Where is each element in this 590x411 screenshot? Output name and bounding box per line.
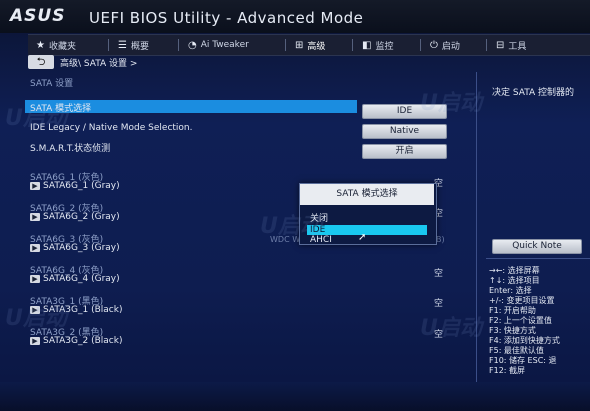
menu-separator — [178, 39, 179, 51]
arrow-right-icon: ▶ — [30, 244, 40, 252]
port-status: 空 — [434, 299, 444, 309]
gauge-icon: ◔ — [188, 39, 197, 51]
port-device-sata6g-1[interactable]: ▶ SATA6G_1 (Gray) — [30, 181, 120, 191]
menu-favorites[interactable]: ★ 收藏夹 — [36, 37, 76, 53]
back-button[interactable]: ⮌ — [28, 55, 54, 69]
port-device-sata6g-3[interactable]: ▶ SATA6G_3 (Gray) — [30, 243, 120, 253]
menu-tool-label: 工具 — [508, 41, 527, 52]
ide-legacy-value-button[interactable]: Native — [362, 124, 447, 139]
device-size-fragment: B) — [436, 235, 445, 244]
port-status: 空 — [434, 269, 444, 279]
menu-separator — [486, 39, 487, 51]
asus-logo: ASUS — [10, 6, 66, 26]
menu-advanced-label: 高级 — [307, 41, 326, 52]
watermark: U启动 — [5, 106, 67, 131]
smart-status-label[interactable]: S.M.A.R.T.状态侦测 — [30, 141, 110, 154]
header-bar: ASUS UEFI BIOS Utility - Advanced Mode — [0, 0, 590, 33]
arrow-right-icon: ▶ — [30, 337, 40, 345]
menu-overview[interactable]: ☰ 概要 — [118, 37, 149, 53]
watermark: U启动 — [260, 214, 322, 239]
menu-tool[interactable]: ⊟ 工具 — [496, 37, 526, 53]
menu-boot-label: 启动 — [441, 41, 460, 52]
port-device-label: SATA6G_4 (Gray) — [43, 274, 120, 284]
main-menu-bar: ★ 收藏夹 ☰ 概要 ◔ Ai Tweaker ⊞ 高级 ◧ 监控 ⏻ 启动 ⊟… — [28, 34, 590, 56]
menu-monitor-label: 监控 — [375, 41, 394, 52]
monitor-icon: ◧ — [362, 39, 372, 51]
menu-ai-tweaker[interactable]: ◔ Ai Tweaker — [188, 37, 249, 53]
menu-boot[interactable]: ⏻ 启动 — [430, 37, 460, 53]
menu-separator — [420, 39, 421, 51]
smart-status-value-button[interactable]: 开启 — [362, 144, 447, 159]
power-icon: ⏻ — [430, 39, 438, 51]
bottom-bar — [0, 382, 590, 411]
arrow-right-icon: ▶ — [30, 182, 40, 190]
port-device-label: SATA6G_1 (Gray) — [43, 181, 120, 191]
port-device-label: SATA6G_2 (Gray) — [43, 212, 120, 222]
port-device-sata6g-4[interactable]: ▶ SATA6G_4 (Gray) — [30, 274, 120, 284]
menu-advanced[interactable]: ⊞ 高级 — [295, 37, 325, 53]
star-icon: ★ — [36, 39, 45, 51]
menu-monitor[interactable]: ◧ 监控 — [362, 37, 393, 53]
breadcrumb: 高级\ SATA 设置 > — [60, 59, 138, 69]
watermark: U启动 — [420, 91, 482, 116]
menu-ai-tweaker-label: Ai Tweaker — [200, 40, 249, 50]
menu-separator — [285, 39, 286, 51]
menu-separator — [352, 39, 353, 51]
watermark: U启动 — [5, 306, 67, 331]
menu-overview-label: 概要 — [130, 41, 149, 52]
port-device-label: SATA3G_2 (Black) — [43, 336, 123, 346]
popup-title: SATA 模式选择 — [300, 184, 434, 205]
quick-note-button[interactable]: Quick Note — [492, 239, 582, 254]
arrow-right-icon: ▶ — [30, 213, 40, 221]
section-title: SATA 设置 — [30, 79, 74, 89]
help-description: 决定 SATA 控制器的 — [492, 88, 575, 98]
key-help-item: F12: 截屏 — [489, 366, 526, 375]
port-device-sata3g-2[interactable]: ▶ SATA3G_2 (Black) — [30, 336, 122, 346]
mouse-cursor-icon: ➚ — [358, 232, 367, 243]
popup-option-ahci[interactable]: AHCI — [307, 235, 429, 245]
help-divider — [486, 258, 590, 259]
menu-separator — [108, 39, 109, 51]
popup-option-disabled[interactable]: 关闭 — [307, 214, 429, 224]
popup-option-ide[interactable]: IDE — [307, 225, 427, 235]
port-device-label: SATA6G_3 (Gray) — [43, 243, 120, 253]
watermark: U启动 — [420, 316, 482, 341]
arrow-right-icon: ▶ — [30, 275, 40, 283]
toolbox-icon: ⊟ — [496, 39, 505, 51]
port-device-sata6g-2[interactable]: ▶ SATA6G_2 (Gray) — [30, 212, 120, 222]
grid-icon: ⊞ — [295, 39, 304, 51]
list-icon: ☰ — [118, 39, 127, 51]
menu-favorites-label: 收藏夹 — [48, 41, 76, 52]
window-title: UEFI BIOS Utility - Advanced Mode — [89, 9, 364, 27]
